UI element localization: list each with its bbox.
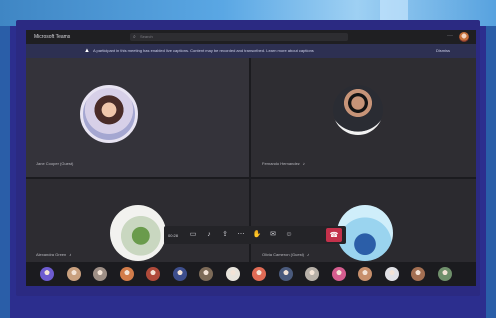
background-left — [0, 26, 10, 318]
raise-hand-button[interactable]: ✋ — [250, 228, 264, 242]
participant-name: Fernando Hernandez ♪ — [262, 161, 305, 166]
title-bar: Microsoft Teams ⌕ Search ··· — [26, 30, 476, 44]
participant-thumbnail[interactable] — [437, 267, 452, 281]
hang-up-button[interactable]: ☎ — [326, 228, 342, 242]
participant-name: Jane Cooper (Guest) — [36, 161, 74, 166]
mic-icon: ♪ — [69, 252, 72, 257]
background-right — [486, 26, 496, 318]
banner-text: A participant in this meeting has enable… — [93, 48, 314, 53]
mic-icon: ♪ — [302, 161, 305, 166]
participant-thumbnail[interactable] — [331, 267, 346, 281]
profile-avatar[interactable] — [459, 32, 469, 42]
search-icon: ⌕ — [133, 34, 136, 40]
call-timer: 00:28 — [168, 232, 179, 238]
participant-thumbnail[interactable] — [384, 267, 399, 281]
frame-bottom — [26, 286, 476, 296]
participant-thumbnail[interactable] — [93, 267, 107, 281]
participants-button[interactable]: ☺ — [282, 228, 296, 242]
participant-thumbnail[interactable] — [252, 267, 266, 281]
more-options-icon[interactable]: ··· — [447, 32, 453, 41]
video-button[interactable]: ▭ — [186, 228, 200, 242]
app-title: Microsoft Teams — [34, 34, 71, 40]
participant-thumbnail[interactable] — [278, 267, 293, 281]
share-button[interactable]: ⇪ — [218, 228, 232, 242]
participant-thumbnail[interactable] — [172, 267, 187, 281]
notification-banner: ▲ A participant in this meeting has enab… — [26, 44, 476, 58]
mic-button[interactable]: ♪ — [202, 228, 216, 242]
participant-name: Olivia Cameron (Guest) ♪ — [262, 252, 310, 257]
mic-icon: ♪ — [307, 252, 310, 257]
participant-thumbnail[interactable] — [411, 267, 425, 281]
chat-button[interactable]: ✉ — [266, 228, 280, 242]
teams-window: Microsoft Teams ⌕ Search ··· ▲ A partici… — [26, 30, 476, 296]
participant-thumbnail[interactable] — [119, 267, 134, 281]
participant-avatar — [110, 205, 166, 261]
search-placeholder: Search — [140, 34, 153, 39]
dismiss-button[interactable]: Dismiss — [436, 48, 450, 54]
participant-thumbnail[interactable] — [66, 267, 81, 281]
participant-strip — [26, 262, 476, 286]
search-input[interactable]: ⌕ Search — [130, 33, 348, 41]
meeting-controls: 00:28 ▭ ♪ ⇪ ⋯ ✋ ✉ ☺ ☎ — [164, 226, 346, 244]
participant-thumbnail[interactable] — [358, 267, 372, 281]
participant-thumbnail[interactable] — [146, 267, 160, 281]
participant-thumbnail[interactable] — [305, 267, 319, 281]
participant-avatar — [333, 85, 383, 135]
participant-thumbnail[interactable] — [225, 267, 240, 281]
participant-avatar — [80, 85, 138, 143]
participant-name: Alexandra Green ♪ — [36, 252, 72, 257]
participant-thumbnail[interactable] — [199, 267, 213, 281]
participant-thumbnail[interactable] — [40, 267, 54, 281]
more-button[interactable]: ⋯ — [234, 228, 248, 242]
warning-icon: ▲ — [84, 48, 90, 54]
